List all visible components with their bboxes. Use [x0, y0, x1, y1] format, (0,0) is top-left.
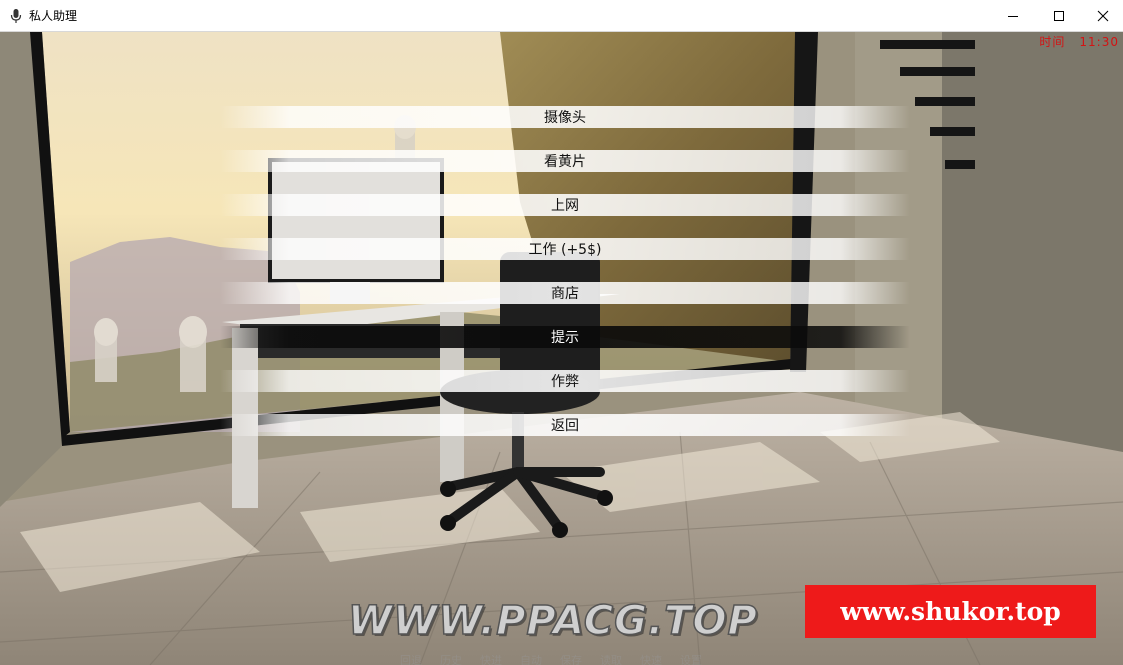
observatory-left: [94, 318, 118, 382]
quick-menu-settings[interactable]: 设置: [680, 652, 702, 665]
close-icon: [1097, 10, 1109, 21]
menu-item-browse-web[interactable]: 上网: [220, 194, 910, 216]
menu-item-back[interactable]: 返回: [220, 414, 910, 436]
game-scene[interactable]: 时间 11:30 摄像头 看黄片 上网 工作 (+5$) 商店 提示 作弊 返回 …: [0, 32, 1123, 665]
hud-clock: 时间 11:30: [1039, 33, 1119, 50]
observatory-right: [179, 316, 207, 392]
menu-item-cheat[interactable]: 作弊: [220, 370, 910, 392]
minimize-button[interactable]: [990, 0, 1036, 31]
quick-menu-auto[interactable]: 自动: [520, 652, 542, 665]
quick-menu-save[interactable]: 保存: [560, 652, 582, 665]
title-bar[interactable]: 私人助理: [0, 0, 1123, 32]
menu-item-watch-video[interactable]: 看黄片: [220, 150, 910, 172]
window-title: 私人助理: [29, 9, 78, 23]
minimize-icon: [1008, 15, 1018, 17]
menu-item-work[interactable]: 工作 (+5$): [220, 238, 910, 260]
quick-menu-load[interactable]: 读取: [600, 652, 622, 665]
quick-menu-skip[interactable]: 快进: [480, 652, 502, 665]
quick-menu: 回退 历史 快进 自动 保存 读取 快速 设置: [400, 652, 702, 665]
maximize-button[interactable]: [1036, 0, 1082, 31]
watermark-ppacg: WWW.PPACG.TOP: [347, 597, 758, 645]
close-button[interactable]: [1080, 0, 1123, 31]
hud-time-value: 11:30: [1079, 35, 1119, 49]
quick-menu-back[interactable]: 回退: [400, 652, 422, 665]
game-window: 私人助理 时间 11:30 摄像头 看黄片 上网 工作 (+5$) 商店 提示 …: [0, 0, 1123, 665]
microphone-icon: [10, 9, 22, 23]
menu-item-shop[interactable]: 商店: [220, 282, 910, 304]
menu-item-camera[interactable]: 摄像头: [220, 106, 910, 128]
watermark-shukor: www.shukor.top: [805, 585, 1096, 638]
hud-time-label: 时间: [1039, 35, 1066, 49]
quick-menu-quick[interactable]: 快速: [640, 652, 662, 665]
quick-menu-history[interactable]: 历史: [440, 652, 462, 665]
menu-item-hint[interactable]: 提示: [220, 326, 910, 348]
maximize-icon: [1054, 10, 1064, 21]
